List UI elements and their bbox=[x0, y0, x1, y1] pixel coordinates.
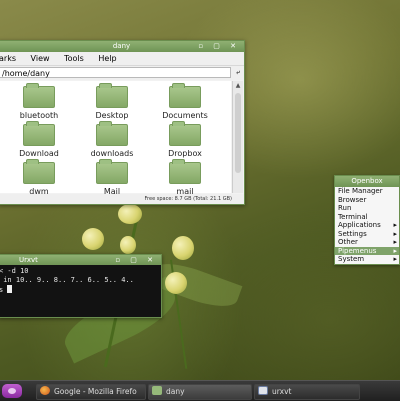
terminal-line: s bbox=[0, 286, 4, 294]
window-controls[interactable]: ▫ ▢ ✕ bbox=[198, 41, 240, 52]
scroll-thumb[interactable] bbox=[235, 93, 241, 173]
menu-item-label: Pipemenus bbox=[338, 246, 377, 255]
task-firefox[interactable]: Google - Mozilla Firefo bbox=[36, 384, 146, 400]
terminal-window[interactable]: Urxvt ▫ ▢ ✕ < -d 10 in 10.. 9.. 8.. 7.. … bbox=[0, 254, 162, 318]
taskbar: Google - Mozilla Firefo dany urxvt bbox=[0, 380, 400, 401]
folder-icon bbox=[152, 386, 162, 395]
menu-item-pipemenus[interactable]: Pipemenus ▸ bbox=[335, 246, 399, 255]
text-cursor bbox=[7, 285, 13, 293]
menu-item-file-manager[interactable]: File Manager bbox=[335, 187, 399, 196]
location-input[interactable]: /home/dany bbox=[0, 67, 231, 78]
window-controls[interactable]: ▫ ▢ ✕ bbox=[115, 255, 157, 265]
submenu-arrow-icon: ▸ bbox=[393, 246, 397, 255]
folder-item[interactable]: Desktop bbox=[82, 83, 142, 120]
menu-help[interactable]: Help bbox=[98, 54, 116, 63]
menu-item-label: Settings bbox=[338, 229, 367, 238]
scroll-up-icon[interactable]: ▲ bbox=[233, 81, 243, 90]
folder-label: bluetooth bbox=[19, 111, 59, 120]
menu-item-label: Applications bbox=[338, 221, 381, 229]
vertical-scrollbar[interactable]: ▲ bbox=[232, 81, 243, 193]
folder-item[interactable]: Dropbox bbox=[155, 121, 215, 158]
folder-item[interactable]: Download bbox=[9, 121, 69, 158]
task-file-manager[interactable]: dany bbox=[148, 384, 252, 400]
menu-item-system[interactable]: System ▸ bbox=[335, 255, 399, 264]
folder-label: downloads bbox=[90, 149, 134, 158]
menu-item-label: Run bbox=[338, 204, 352, 212]
terminal-icon bbox=[258, 386, 268, 395]
task-label: Google - Mozilla Firefo bbox=[54, 387, 137, 396]
location-bar: /home/dany ⤶ bbox=[0, 66, 244, 80]
menu-tools[interactable]: Tools bbox=[64, 54, 84, 63]
menu-header: Openbox bbox=[335, 176, 399, 187]
start-menu-button[interactable] bbox=[2, 384, 22, 398]
terminal-line: < -d 10 bbox=[0, 267, 29, 275]
task-terminal[interactable]: urxvt bbox=[254, 384, 360, 400]
folder-item[interactable]: dwm bbox=[9, 159, 69, 196]
submenu-arrow-icon: ▸ bbox=[393, 221, 397, 229]
menu-item-label: Other bbox=[338, 238, 358, 246]
menu-bar: arks View Tools Help bbox=[0, 52, 244, 66]
folder-icon bbox=[169, 83, 201, 108]
folder-item[interactable]: downloads bbox=[82, 121, 142, 158]
folder-icon bbox=[169, 121, 201, 146]
terminal-output: < -d 10 in 10.. 9.. 8.. 7.. 6.. 5.. 4.. … bbox=[0, 265, 161, 295]
menu-item-run[interactable]: Run bbox=[335, 204, 399, 213]
menu-bookmarks[interactable]: arks bbox=[0, 54, 16, 63]
folder-label: Download bbox=[19, 149, 59, 158]
terminal-titlebar[interactable]: Urxvt ▫ ▢ ✕ bbox=[0, 255, 161, 265]
folder-item[interactable]: mail bbox=[155, 159, 215, 196]
task-label: urxvt bbox=[272, 387, 292, 396]
folder-icon bbox=[23, 159, 55, 184]
folder-icon bbox=[96, 159, 128, 184]
submenu-arrow-icon: ▸ bbox=[393, 255, 397, 263]
menu-item-terminal[interactable]: Terminal bbox=[335, 213, 399, 222]
submenu-arrow-icon: ▸ bbox=[393, 238, 397, 246]
menu-item-label: Browser bbox=[338, 195, 367, 204]
menu-item-settings[interactable]: Settings ▸ bbox=[335, 230, 399, 239]
menu-item-label: System bbox=[338, 255, 365, 263]
submenu-arrow-icon: ▸ bbox=[393, 229, 397, 238]
folder-label: Documents bbox=[162, 111, 208, 120]
status-bar: Free space: 8.7 GB (Total: 21.1 GB) bbox=[0, 194, 244, 204]
folder-item[interactable]: Mail bbox=[82, 159, 142, 196]
folder-item[interactable]: bluetooth bbox=[9, 83, 69, 120]
menu-item-label: Terminal bbox=[338, 212, 368, 221]
folder-icon bbox=[23, 83, 55, 108]
file-manager-window: dany ▫ ▢ ✕ arks View Tools Help /home/da… bbox=[0, 40, 245, 205]
file-manager-titlebar[interactable]: dany ▫ ▢ ✕ bbox=[0, 41, 244, 52]
menu-item-other[interactable]: Other ▸ bbox=[335, 238, 399, 247]
menu-item-browser[interactable]: Browser bbox=[335, 196, 399, 205]
menu-item-applications[interactable]: Applications ▸ bbox=[335, 221, 399, 230]
folder-label: Desktop bbox=[95, 111, 129, 120]
folder-icon bbox=[96, 83, 128, 108]
file-view: bluetooth Desktop Documents Download dow… bbox=[0, 81, 231, 196]
folder-icon bbox=[96, 121, 128, 146]
menu-view[interactable]: View bbox=[31, 54, 50, 63]
folder-icon bbox=[23, 121, 55, 146]
openbox-menu: Openbox File Manager Browser Run Terminal Ap… bbox=[334, 175, 400, 265]
go-icon[interactable]: ⤶ bbox=[236, 68, 240, 77]
firefox-icon bbox=[40, 386, 50, 395]
folder-icon bbox=[169, 159, 201, 184]
terminal-line: in 10.. 9.. 8.. 7.. 6.. 5.. 4.. bbox=[0, 276, 134, 284]
folder-item[interactable]: Documents bbox=[155, 83, 215, 120]
task-label: dany bbox=[166, 387, 185, 396]
menu-item-label: File Manager bbox=[338, 187, 383, 195]
folder-label: Dropbox bbox=[168, 149, 202, 158]
